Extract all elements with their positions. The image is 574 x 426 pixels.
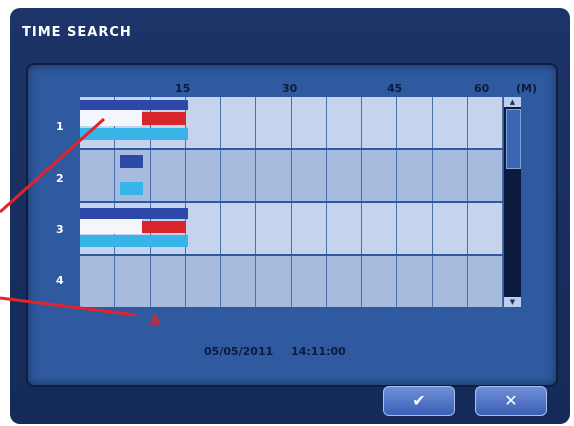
minute-label-60: 60	[474, 82, 490, 95]
timeline-cell[interactable]	[432, 150, 468, 201]
timeline-cell[interactable]	[326, 150, 362, 201]
callout-marker-a: A	[150, 314, 161, 329]
recording-gap-ch1	[80, 110, 142, 126]
channel-label-3: 3	[56, 223, 64, 236]
timeline-cell[interactable]	[397, 150, 433, 201]
timeline-cell[interactable]	[221, 97, 257, 148]
timeline-cell[interactable]	[115, 256, 151, 307]
timeline-cell[interactable]	[362, 97, 398, 148]
channel-row-4[interactable]	[80, 256, 503, 307]
timeline-grid[interactable]	[80, 97, 503, 307]
timeline-cell[interactable]	[467, 256, 503, 307]
timeline-cell[interactable]	[467, 203, 503, 254]
timeline-cell[interactable]	[221, 150, 257, 201]
minute-unit-label: (M)	[516, 82, 538, 95]
recording-gap-ch3	[80, 219, 142, 234]
channel-label-2: 2	[56, 172, 64, 185]
timeline-cell[interactable]	[80, 256, 116, 307]
timeline-cell[interactable]	[467, 150, 503, 201]
timeline-cell[interactable]	[256, 97, 292, 148]
timeline-cell[interactable]	[80, 150, 116, 201]
scroll-thumb[interactable]	[506, 109, 521, 169]
timeline-cell[interactable]	[256, 203, 292, 254]
timeline-scrollbar[interactable]: ▲ ▼	[504, 97, 521, 307]
channel-label-1: 1	[56, 120, 64, 133]
dialog-title: TIME SEARCH	[22, 25, 132, 40]
legend-swatch-navy	[120, 155, 143, 168]
scroll-up-arrow-icon[interactable]: ▲	[504, 97, 521, 107]
timeline-cell[interactable]	[432, 97, 468, 148]
timeline-cell[interactable]	[291, 203, 327, 254]
timeline-cell[interactable]	[221, 256, 257, 307]
timeline-cell[interactable]	[397, 256, 433, 307]
legend-swatch-cyan	[120, 182, 143, 195]
recording-bar-ch1-event[interactable]	[142, 112, 186, 125]
check-icon: ✔	[412, 391, 426, 410]
timeline-cell[interactable]	[397, 203, 433, 254]
timeline-cell[interactable]	[185, 150, 221, 201]
scroll-down-arrow-icon[interactable]: ▼	[504, 297, 521, 307]
timeline-cell[interactable]	[397, 97, 433, 148]
timeline-cell[interactable]	[362, 203, 398, 254]
timeline-cell[interactable]	[185, 203, 221, 254]
timeline-cell[interactable]	[432, 256, 468, 307]
timeline-cell[interactable]	[291, 150, 327, 201]
timeline-cell[interactable]	[362, 150, 398, 201]
recording-bar-ch3-motion[interactable]	[80, 235, 188, 247]
timeline-cell[interactable]	[256, 256, 292, 307]
minute-label-15: 15	[175, 82, 191, 95]
channel-row-2[interactable]	[80, 150, 503, 201]
close-icon: ✕	[504, 391, 518, 410]
minute-label-30: 30	[282, 82, 298, 95]
timeline-cell[interactable]	[362, 256, 398, 307]
channel-label-4: 4	[56, 274, 64, 287]
recording-bar-ch3-continuous[interactable]	[80, 208, 188, 219]
timeline-cell[interactable]	[221, 203, 257, 254]
timeline-cell[interactable]	[150, 150, 186, 201]
selected-time: 14:11:00	[291, 345, 346, 358]
selected-datetime: 05/05/2011 14:11:00	[204, 345, 360, 358]
timeline-cell[interactable]	[326, 256, 362, 307]
recording-bar-ch1-continuous[interactable]	[80, 100, 188, 110]
timeline-cell[interactable]	[326, 97, 362, 148]
timeline-cell[interactable]	[256, 150, 292, 201]
minute-label-45: 45	[387, 82, 403, 95]
timeline-cell[interactable]	[432, 203, 468, 254]
timeline-cell[interactable]	[326, 203, 362, 254]
timeline-cell[interactable]	[467, 97, 503, 148]
recording-bar-ch1-motion[interactable]	[80, 128, 188, 140]
selected-date: 05/05/2011	[204, 345, 274, 358]
timeline-cell[interactable]	[291, 256, 327, 307]
ok-button[interactable]: ✔	[383, 386, 455, 416]
cancel-button[interactable]: ✕	[475, 386, 547, 416]
timeline-cell[interactable]	[150, 256, 186, 307]
timeline-cell[interactable]	[185, 97, 221, 148]
timeline-cell[interactable]	[291, 97, 327, 148]
timeline-cell[interactable]	[185, 256, 221, 307]
recording-bar-ch3-event[interactable]	[142, 221, 186, 233]
